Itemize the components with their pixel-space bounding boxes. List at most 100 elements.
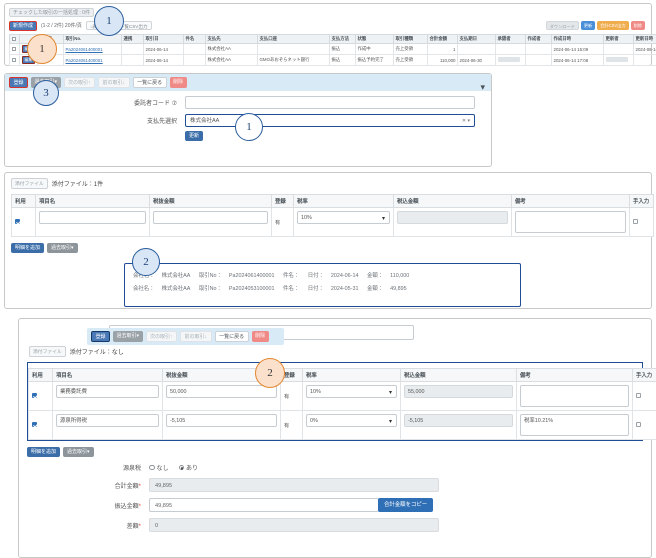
amount-ex-input[interactable] [153, 211, 268, 224]
row-checkbox[interactable] [11, 58, 16, 63]
clear-and-caret-icon[interactable]: ✕ ▾ [462, 115, 470, 128]
back-to-list-button[interactable]: 一覧に戻る [132, 77, 167, 88]
cell-status: 作成中 [355, 43, 394, 55]
amount-ex-cell[interactable]: -5,105 [162, 410, 281, 440]
tax-rate-select[interactable]: 0% ▾ [306, 414, 397, 427]
item-name-input[interactable]: 源泉所得税 [56, 414, 159, 427]
select-all-checkbox[interactable] [11, 37, 16, 42]
note-input[interactable] [515, 211, 626, 233]
chevron-down-icon[interactable]: ▾ [480, 82, 485, 93]
past-transaction-button-2[interactable]: 過去取引▾ [113, 331, 143, 342]
note-cell[interactable] [516, 381, 633, 411]
col-note-2: 備考 [516, 368, 633, 382]
copy-total-button[interactable]: 合計金額をコピー [378, 498, 434, 512]
manual-cell[interactable] [632, 410, 656, 440]
row-checkbox-cell[interactable] [9, 43, 20, 55]
tax-rate-cell[interactable]: 10% ▾ [302, 381, 401, 411]
col-method: 支払方法 [329, 34, 356, 44]
use-cell[interactable] [11, 207, 36, 237]
back-to-list-button-2[interactable]: 一覧に戻る [214, 331, 249, 342]
transfer-amount-input[interactable]: 49,895 [149, 498, 379, 512]
amount-value: 110,000 [390, 273, 410, 279]
row-checkbox-cell[interactable] [9, 54, 20, 66]
prev-transaction-button-2[interactable]: 前の取引↓ [180, 331, 212, 342]
past-transaction-dropdown-button[interactable]: 過去取引▾ [47, 243, 78, 253]
cell-trade-no[interactable]: Pa2024061400001 [63, 43, 122, 55]
col-item-name: 項目名 [35, 194, 150, 208]
next-transaction-button[interactable]: 次の取引↑ [63, 77, 96, 88]
cell-link [121, 43, 144, 55]
next-transaction-button-2[interactable]: 次の取引↑ [145, 331, 178, 342]
delete-transaction-button[interactable]: 削除 [169, 77, 187, 88]
withholding-radio-none[interactable] [149, 464, 155, 471]
register-button[interactable]: 登録 [9, 77, 29, 88]
tax-rate-select[interactable]: 10% ▾ [297, 211, 390, 224]
item-name-input[interactable]: 業務委託費 [56, 385, 159, 398]
past-transaction-option[interactable]: 会社名： 株式会社AA 取引No： Pa2024061400001 件名： 日付： 2… [133, 270, 512, 283]
annotation-bubble-6: 2 [255, 358, 285, 388]
col-item-name-2: 項目名 [52, 368, 163, 382]
tax-rate-cell[interactable]: 10% ▾ [293, 207, 394, 237]
update-button[interactable]: 更新 [185, 131, 204, 141]
note-input[interactable]: 税率10.21% [520, 414, 629, 436]
use-checkbox[interactable] [15, 219, 20, 224]
note-cell[interactable] [511, 207, 630, 237]
amount-ex-input[interactable]: 50,000 [166, 385, 277, 398]
accounting-csv-button[interactable]: 会計CSV出力 [597, 21, 629, 30]
col-manual-2: 手入力 [632, 368, 656, 382]
use-cell[interactable] [28, 410, 53, 440]
consignor-code-input[interactable] [185, 96, 475, 109]
amount-ex-cell[interactable] [149, 207, 272, 237]
withholding-radio-yes[interactable] [178, 464, 185, 471]
table-row[interactable]: 編集 Pa2024061400001 2024-06-14 株式会社AA 振込 … [9, 43, 656, 55]
manual-cell[interactable] [629, 207, 654, 237]
chevron-down-icon: ▾ [381, 216, 385, 222]
required-marker: * [138, 503, 141, 510]
registered-value: 有 [275, 220, 281, 226]
attach-file-status: 添付ファイル：1件 [51, 182, 104, 188]
row-checkbox[interactable] [11, 47, 16, 52]
past-transaction-dropdown-button-2[interactable]: 過去取引▾ [63, 447, 94, 457]
attach-file-button-2[interactable]: 添付ファイル [29, 346, 66, 357]
register-button-2[interactable]: 登録 [91, 331, 111, 342]
table-row[interactable]: 編集 Pa2024061400001 2024-06-14 株式会社AA GMO… [9, 54, 656, 66]
use-checkbox[interactable] [32, 393, 37, 398]
cell-created-at: 2024-06-14 15:09 [551, 43, 604, 55]
attach-file-button[interactable]: 添付ファイル [11, 178, 48, 189]
total-amount-row: 合計金額* 49,895 [19, 478, 651, 492]
note-input[interactable] [520, 385, 629, 407]
past-transaction-option[interactable]: 会社名： 株式会社AA 取引No： Pa2024053100001 件名： 日付： 2… [133, 283, 512, 296]
no-value: Pa2024053100001 [228, 286, 275, 292]
past-transaction-dropdown[interactable]: 会社名： 株式会社AA 取引No： Pa2024061400001 件名： 日付： 2… [124, 263, 521, 307]
delete-button[interactable]: 削除 [630, 21, 645, 30]
note-cell[interactable]: 税率10.21% [516, 410, 633, 440]
item-name-cell[interactable] [35, 207, 150, 237]
manual-checkbox[interactable] [633, 219, 638, 224]
manual-cell[interactable] [632, 381, 656, 411]
prev-transaction-button[interactable]: 前の取引↓ [98, 77, 130, 88]
col-total: 合計金額 [427, 34, 458, 44]
tax-rate-value: 10% [301, 215, 312, 221]
manual-checkbox[interactable] [636, 422, 641, 427]
item-name-cell[interactable]: 源泉所得税 [52, 410, 163, 440]
new-transaction-button[interactable]: 新規作成 [9, 20, 38, 31]
item-actions-row-2: 明細を追加 過去取引▾ [27, 447, 651, 457]
add-item-button-2[interactable]: 明細を追加 [27, 447, 61, 457]
item-name-cell[interactable]: 業務委託費 [52, 381, 163, 411]
amount-ex-input[interactable]: -5,105 [166, 414, 277, 427]
cell-trade-no[interactable]: Pa2024061400001 [63, 54, 122, 66]
tax-rate-select[interactable]: 10% ▾ [306, 385, 397, 398]
download-button[interactable]: ダウンロード [545, 21, 579, 30]
add-item-button[interactable]: 明細を追加 [11, 243, 45, 253]
attachment-row-2: 添付ファイル 添付ファイル：なし [29, 346, 651, 357]
use-cell[interactable] [28, 381, 53, 411]
tax-rate-cell[interactable]: 0% ▾ [302, 410, 401, 440]
delete-transaction-button-2[interactable]: 削除 [251, 331, 269, 342]
item-row: 業務委託費 50,000 有 10% ▾ 55,000 [28, 381, 656, 411]
refresh-button[interactable]: 更新 [580, 21, 596, 30]
item-name-input[interactable] [39, 211, 146, 224]
payee-select[interactable]: 株式会社AA ✕ ▾ [185, 114, 475, 127]
manual-checkbox[interactable] [636, 393, 641, 398]
cell-created-at: 2024-06-14 17:08 [551, 54, 604, 66]
use-checkbox[interactable] [32, 422, 37, 427]
